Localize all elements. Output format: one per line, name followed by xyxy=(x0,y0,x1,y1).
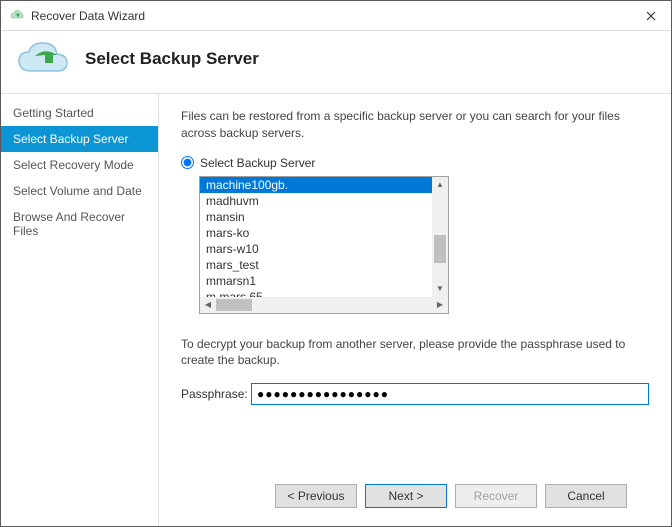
list-item[interactable]: mmarsn1 xyxy=(200,273,432,289)
sidebar-item-select-volume-and-date[interactable]: Select Volume and Date xyxy=(1,178,158,204)
sidebar-item-getting-started[interactable]: Getting Started xyxy=(1,100,158,126)
wizard-window: Recover Data Wizard Select Backup Server… xyxy=(0,0,672,527)
wizard-body: Getting Started Select Backup Server Sel… xyxy=(1,93,671,526)
scroll-up-icon[interactable]: ▲ xyxy=(432,177,448,193)
select-backup-server-radio-input[interactable] xyxy=(181,156,194,169)
titlebar: Recover Data Wizard xyxy=(1,1,671,31)
previous-button[interactable]: < Previous xyxy=(275,484,357,508)
main-panel: Files can be restored from a specific ba… xyxy=(159,94,671,526)
hscroll-track[interactable] xyxy=(216,297,432,313)
list-item[interactable]: mars-ko xyxy=(200,225,432,241)
window-title: Recover Data Wizard xyxy=(31,9,631,23)
sidebar: Getting Started Select Backup Server Sel… xyxy=(1,94,159,526)
radio-label: Select Backup Server xyxy=(200,156,315,170)
next-button[interactable]: Next > xyxy=(365,484,447,508)
scroll-right-icon[interactable]: ▶ xyxy=(432,300,448,309)
footer-buttons: < Previous Next > Recover Cancel xyxy=(181,470,649,526)
scroll-left-icon[interactable]: ◀ xyxy=(200,300,216,309)
app-icon xyxy=(9,8,25,24)
sidebar-item-select-backup-server[interactable]: Select Backup Server xyxy=(1,126,158,152)
list-item[interactable]: mars_test xyxy=(200,257,432,273)
page-title: Select Backup Server xyxy=(85,49,259,69)
cancel-button[interactable]: Cancel xyxy=(545,484,627,508)
recover-button: Recover xyxy=(455,484,537,508)
cloud-restore-icon xyxy=(15,39,71,79)
passphrase-input[interactable] xyxy=(251,383,649,405)
list-item[interactable]: mansin xyxy=(200,209,432,225)
vscroll-thumb[interactable] xyxy=(434,235,446,263)
passphrase-row: Passphrase: xyxy=(181,383,649,405)
passphrase-label: Passphrase: xyxy=(181,387,251,401)
scroll-down-icon[interactable]: ▼ xyxy=(432,281,448,297)
sidebar-item-browse-and-recover-files[interactable]: Browse And Recover Files xyxy=(1,204,158,244)
server-list-items[interactable]: machine100gb. madhuvm mansin mars-ko mar… xyxy=(200,177,432,297)
horizontal-scrollbar[interactable]: ◀ ▶ xyxy=(200,297,448,313)
list-item[interactable]: mars-w10 xyxy=(200,241,432,257)
instruction-text: Files can be restored from a specific ba… xyxy=(181,108,649,142)
sidebar-item-select-recovery-mode[interactable]: Select Recovery Mode xyxy=(1,152,158,178)
decrypt-instruction: To decrypt your backup from another serv… xyxy=(181,336,649,370)
list-item[interactable]: m mars 65 xyxy=(200,289,432,297)
list-item[interactable]: machine100gb. xyxy=(200,177,432,193)
list-item[interactable]: madhuvm xyxy=(200,193,432,209)
select-backup-server-radio[interactable]: Select Backup Server xyxy=(181,156,649,170)
vertical-scrollbar[interactable]: ▲ ▼ xyxy=(432,177,448,297)
close-button[interactable] xyxy=(631,1,671,31)
server-listbox[interactable]: machine100gb. madhuvm mansin mars-ko mar… xyxy=(199,176,449,314)
vscroll-track[interactable] xyxy=(432,193,448,281)
hscroll-thumb[interactable] xyxy=(216,299,252,311)
header: Select Backup Server xyxy=(1,31,671,93)
